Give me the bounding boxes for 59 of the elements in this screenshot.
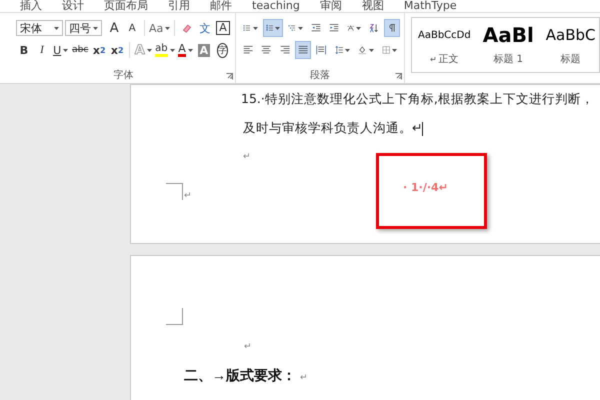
line-spacing-icon [334,43,344,57]
caret-icon[interactable] [275,26,280,30]
font-size-field[interactable]: 四号 [65,20,102,36]
dialog-launcher-icon[interactable] [395,73,402,80]
highlight-button[interactable]: ab [154,41,176,59]
justify-button[interactable] [294,41,312,59]
character-border-button[interactable]: A [214,19,231,37]
paragraph-mark: ↵ [243,151,252,164]
caret-icon[interactable] [63,48,68,52]
font-color-button[interactable]: A [177,41,194,59]
ribbon-tab[interactable]: 插入 [20,0,62,12]
grow-font-button[interactable]: A [106,19,122,37]
section-heading: 二、→版式要求： [184,369,296,384]
ribbon-tab[interactable]: MathType [404,0,477,12]
font-name-field[interactable]: 宋体 [16,20,64,36]
strikethrough-button[interactable]: abc [71,41,90,59]
page-number-text: · 1·/·4↵ [403,181,448,194]
distribute-icon [316,43,327,57]
paragraph-mark: ↵ [244,342,252,352]
paragraph-text: 15.·特别注意数理化公式上下角标,根据教案上下文进行判断， [241,90,595,108]
underline-button[interactable]: U [52,41,70,59]
group-label: 字体 [112,69,134,83]
caret-icon[interactable] [54,26,60,30]
caret-icon[interactable] [368,48,374,52]
caret-icon[interactable] [252,26,258,30]
ribbon-tab[interactable]: 视图 [362,0,404,12]
subscript-button[interactable]: x2 [91,41,108,59]
crop-mark [166,183,183,200]
paragraph-text: 及时与审核学科负责人沟通。↵ [243,119,424,138]
superscript-button[interactable]: x2 [109,41,126,59]
group-label: 段落 [309,69,331,83]
ribbon-tab[interactable]: 页面布局 [104,0,168,12]
paragraph-mark: ↵ [300,372,308,382]
caret-icon[interactable] [356,26,361,30]
ribbon-tab[interactable]: 邮件 [210,0,252,12]
caret-icon[interactable] [345,48,350,52]
bold-button[interactable]: B [16,41,32,59]
character-shading-button[interactable]: A [196,41,212,59]
caret-icon[interactable] [165,26,170,30]
paragraph-mark-button[interactable] [384,19,400,37]
paragraph-mark: ↵ [184,191,192,201]
change-case-button[interactable]: Aa [148,19,170,37]
ribbon-tab[interactable]: teaching [252,0,320,12]
caret-icon[interactable] [298,26,302,30]
ribbon-tab[interactable]: 引用 [168,0,210,12]
shrink-font-button[interactable]: A [124,19,140,37]
sort-icon [369,21,379,35]
caret-icon[interactable] [146,48,152,52]
caret-icon[interactable] [170,48,175,52]
numbering-button[interactable] [262,19,283,37]
caret-icon[interactable] [93,26,98,30]
phonetic-guide-button[interactable]: 文 [196,19,213,37]
caret-icon[interactable] [392,48,397,52]
ribbon-tab[interactable]: 审阅 [320,0,362,12]
caret-icon[interactable] [188,48,193,52]
italic-button[interactable]: I [34,41,50,59]
dialog-launcher-icon[interactable] [226,73,233,80]
crop-mark [166,308,183,325]
ribbon-tab[interactable]: 设计 [62,0,104,12]
